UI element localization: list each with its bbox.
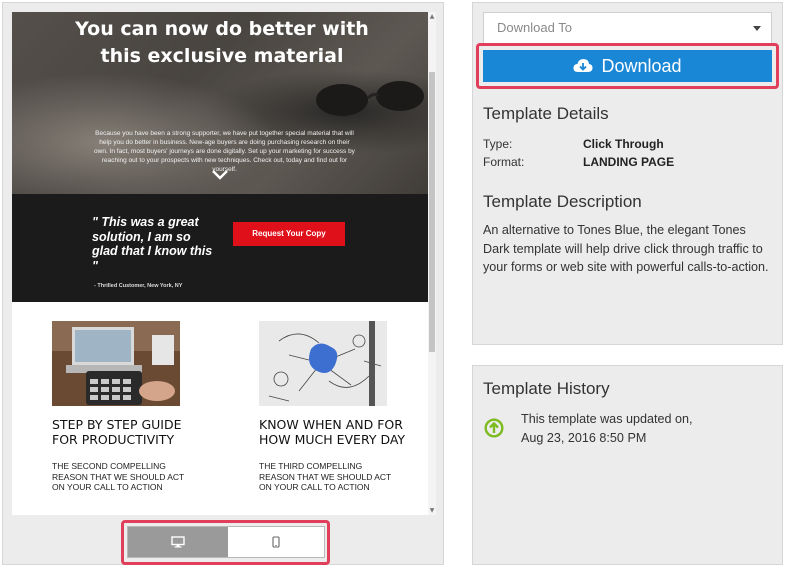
- history-line-2: Aug 23, 2016 8:50 PM: [521, 431, 647, 445]
- template-preview-panel: You can now do better with this exclusiv…: [2, 2, 444, 565]
- template-history-title: Template History: [483, 379, 610, 398]
- calculator-image: [52, 321, 180, 406]
- history-line-1: This template was updated on,: [521, 412, 693, 426]
- hero-title: You can now do better with this exclusiv…: [75, 18, 369, 67]
- cloud-download-icon: [573, 59, 594, 72]
- download-label: Download: [601, 56, 682, 76]
- download-to-select[interactable]: Download To: [483, 12, 772, 44]
- type-value: Click Through: [583, 137, 664, 151]
- mobile-view-button[interactable]: [228, 527, 324, 557]
- arrow-up-circle-icon: [484, 418, 504, 438]
- request-copy-button[interactable]: Request Your Copy: [233, 222, 345, 246]
- scroll-thumb[interactable]: [429, 72, 435, 352]
- feature-text: THE SECOND COMPELLING REASON THAT WE SHO…: [52, 461, 185, 492]
- feature-text: THE THIRD COMPELLING REASON THAT WE SHOU…: [259, 461, 392, 492]
- desktop-icon: [171, 536, 185, 548]
- desktop-view-button[interactable]: [128, 527, 228, 557]
- scroll-up-arrow-icon[interactable]: ▲: [428, 12, 436, 21]
- download-to-placeholder: Download To: [497, 20, 572, 35]
- preview-scrollbar[interactable]: ▲ ▼: [428, 12, 436, 515]
- type-label: Type:: [483, 137, 513, 151]
- download-button[interactable]: Download: [483, 50, 772, 82]
- mobile-icon: [272, 536, 280, 548]
- feature-title: KNOW WHEN AND FOR HOW MUCH EVERY DAY: [259, 417, 406, 447]
- caret-down-icon: [753, 26, 761, 31]
- feature-card: STEP BY STEP GUIDE FOR PRODUCTIVITY THE …: [52, 321, 202, 493]
- format-label: Format:: [483, 155, 525, 169]
- testimonial-section: " This was a great solution, I am so gla…: [12, 194, 428, 302]
- scroll-down-arrow-icon[interactable]: ▼: [428, 506, 436, 515]
- preview-content: You can now do better with this exclusiv…: [12, 12, 428, 515]
- template-description: An alternative to Tones Blue, the elegan…: [483, 223, 769, 275]
- template-history-panel: Template History This template was updat…: [472, 365, 783, 565]
- feature-card: KNOW WHEN AND FOR HOW MUCH EVERY DAY THE…: [259, 321, 409, 493]
- format-value: LANDING PAGE: [583, 155, 675, 169]
- hero-section: You can now do better with this exclusiv…: [12, 12, 428, 194]
- template-details-title: Template Details: [483, 104, 609, 123]
- testimonial-author: - Thrilled Customer, New York, NY: [94, 283, 183, 289]
- chevron-down-icon[interactable]: [210, 169, 230, 181]
- template-description-title: Template Description: [483, 192, 642, 211]
- testimonial-quote: " This was a great solution, I am so gla…: [92, 215, 213, 273]
- template-details-panel: Download To Download Template Details Ty…: [472, 2, 783, 345]
- feature-title: STEP BY STEP GUIDE FOR PRODUCTIVITY: [52, 417, 182, 447]
- sketch-image: [259, 321, 387, 406]
- device-toggle: [127, 526, 325, 558]
- hero-body-text: Because you have been a strong supporter…: [94, 130, 355, 173]
- preview-viewport[interactable]: You can now do better with this exclusiv…: [12, 12, 436, 515]
